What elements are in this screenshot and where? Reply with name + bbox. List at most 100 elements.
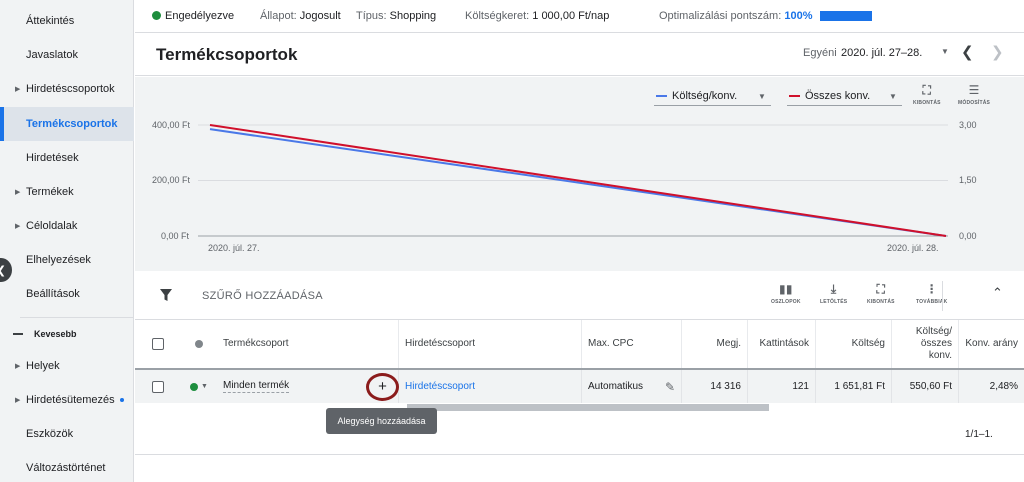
collapse-table-button[interactable]: ⌃	[992, 285, 1003, 301]
sidebar-item-overview[interactable]: Áttekintés	[0, 4, 134, 38]
column-header-cost-per-conv[interactable]: Költség/ összes konv.	[892, 320, 959, 368]
expand-table-button[interactable]: ⛶ KIBONTÁS	[867, 282, 895, 305]
filter-icon[interactable]	[159, 288, 173, 302]
sidebar-divider	[20, 317, 134, 318]
sidebar-item-landing-pages[interactable]: ▶ Céloldalak	[0, 209, 134, 243]
show-less-label: Kevesebb	[34, 329, 77, 339]
y-left-tick: 400,00 Ft	[152, 120, 191, 130]
header-label: Költség/ összes konv.	[915, 326, 952, 361]
date-range-picker[interactable]: 2020. júl. 27–28.	[841, 47, 922, 59]
edit-pencil-icon[interactable]: ✎	[665, 380, 675, 394]
add-subdivision-button[interactable]: +	[364, 370, 401, 403]
select-all-checkbox[interactable]	[152, 338, 164, 350]
caret-right-icon: ▶	[15, 189, 21, 196]
sidebar-item-change-history[interactable]: Változástörténet	[0, 451, 134, 482]
budget-label: Költségkeret:	[465, 10, 530, 22]
table-toolbar: SZŰRŐ HOZZÁADÁSA ▮▮ OSZLOPOK ⤓ LETÖLTÉS …	[135, 271, 1024, 320]
sidebar-item-products[interactable]: ▶ Termékek	[0, 175, 134, 209]
sidebar: Áttekintés Javaslatok ▶ Hirdetéscsoportok…	[0, 0, 134, 482]
product-groups-table-card: SZŰRŐ HOZZÁADÁSA ▮▮ OSZLOPOK ⤓ LETÖLTÉS …	[135, 271, 1024, 455]
columns-label: OSZLOPOK	[771, 299, 801, 305]
cost-per-conv-value: 550,60 Ft	[909, 381, 952, 392]
budget-value: 1 000,00 Ft/nap	[532, 10, 610, 22]
column-header-impressions[interactable]: Megj.	[682, 320, 748, 368]
optimization-score[interactable]: Optimalizálási pontszám: 100%	[659, 10, 812, 22]
fullscreen-icon: ⛶	[876, 282, 886, 296]
impressions-cell: 14 316	[682, 370, 748, 403]
sidebar-item-label: Hirdetések	[26, 152, 79, 164]
conv-rate-value: 2,48%	[989, 381, 1018, 392]
status-dot-icon	[190, 382, 199, 391]
clicks-value: 121	[792, 381, 809, 392]
header-label: Megj.	[716, 338, 741, 349]
sidebar-item-product-groups[interactable]: Termékcsoportok	[0, 107, 134, 141]
sidebar-item-label: Hirdetéscsoportok	[26, 83, 115, 95]
sidebar-item-ad-groups[interactable]: ▶ Hirdetéscsoportok	[0, 72, 134, 106]
page-header: Termékcsoportok Egyéni 2020. júl. 27–28.…	[135, 34, 1024, 76]
ad-group-cell: Hirdetéscsoport	[399, 370, 582, 403]
row-checkbox[interactable]	[152, 380, 164, 393]
opt-score-value: 100%	[784, 10, 813, 22]
sidebar-item-label: Eszközök	[26, 428, 74, 440]
caret-right-icon: ▶	[15, 86, 21, 93]
max-cpc-cell: Automatikus ✎	[582, 370, 682, 403]
sidebar-item-ad-schedule[interactable]: ▶ Hirdetésütemezés	[0, 383, 134, 417]
columns-button[interactable]: ▮▮ OSZLOPOK	[771, 282, 801, 305]
sidebar-item-label: Elhelyezések	[26, 254, 91, 266]
horizontal-scrollbar[interactable]	[407, 404, 769, 411]
enabled-status[interactable]: Engedélyezve	[152, 10, 234, 22]
caret-right-icon: ▶	[15, 363, 21, 370]
status-header-cell	[181, 320, 217, 368]
sidebar-item-settings[interactable]: Beállítások	[0, 277, 134, 311]
download-button[interactable]: ⤓ LETÖLTÉS	[820, 282, 847, 305]
y-left-tick: 0,00 Ft	[161, 231, 190, 241]
state-value: Jogosult	[299, 10, 341, 22]
state-label: Állapot:	[260, 10, 297, 22]
sidebar-item-locations[interactable]: ▶ Helyek	[0, 349, 134, 383]
sidebar-item-recommendations[interactable]: Javaslatok	[0, 38, 134, 72]
budget-info: Költségkeret: 1 000,00 Ft/nap	[465, 10, 609, 22]
next-period-button[interactable]: ❯	[991, 43, 1004, 61]
sidebar-item-devices[interactable]: Eszközök	[0, 417, 134, 451]
column-header-product-group[interactable]: Termékcsoport	[217, 320, 399, 368]
product-group-name[interactable]: Minden termék	[223, 380, 290, 393]
conv-rate-cell: 2,48%	[959, 370, 1024, 403]
table-row: ▼ Minden termék Hirdetéscsoport Automati…	[135, 370, 1024, 403]
column-header-ad-group[interactable]: Hirdetéscsoport	[399, 320, 582, 368]
column-header-conv-rate[interactable]: Konv. arány	[959, 320, 1024, 368]
notification-dot-icon	[119, 398, 124, 402]
caret-right-icon: ▶	[15, 397, 21, 404]
header-label: Kattintások	[759, 338, 809, 349]
plus-icon: +	[366, 372, 399, 401]
column-header-cost[interactable]: Költség	[816, 320, 892, 368]
header-label: Konv. arány	[965, 338, 1018, 349]
cost-per-conv-cell: 550,60 Ft	[892, 370, 959, 403]
row-status-cell[interactable]: ▼	[181, 370, 217, 403]
add-filter-button[interactable]: SZŰRŐ HOZZÁADÁSA	[202, 290, 323, 302]
table-header: Termékcsoport Hirdetéscsoport Max. CPC M…	[135, 320, 1024, 370]
line-chart-canvas	[198, 124, 948, 237]
ad-group-link[interactable]: Hirdetéscsoport	[405, 381, 475, 392]
dropdown-arrow-icon[interactable]: ▼	[941, 47, 949, 56]
y-left-tick: 200,00 Ft	[152, 175, 191, 185]
minus-icon	[13, 333, 23, 335]
dropdown-arrow-icon: ▼	[201, 383, 208, 390]
performance-chart: Költség/konv. ▼ Összes konv. ▼ ⛶ KIBONTÁ…	[135, 77, 1024, 271]
sidebar-item-label: Helyek	[26, 360, 60, 372]
status-dot-icon[interactable]	[195, 340, 203, 348]
download-label: LETÖLTÉS	[820, 299, 848, 305]
previous-period-button[interactable]: ❮	[961, 43, 974, 61]
columns-icon: ▮▮	[779, 282, 793, 296]
sidebar-item-placements[interactable]: Elhelyezések	[0, 243, 134, 277]
chevron-left-icon: ❮	[0, 264, 6, 277]
status-dot-icon	[152, 11, 161, 20]
sidebar-item-ads[interactable]: Hirdetések	[0, 141, 134, 175]
cost-value: 1 651,81 Ft	[834, 381, 885, 392]
enabled-label: Engedélyezve	[165, 10, 235, 22]
header-label: Max. CPC	[588, 338, 634, 349]
column-header-clicks[interactable]: Kattintások	[748, 320, 816, 368]
column-header-max-cpc[interactable]: Max. CPC	[582, 320, 682, 368]
row-select-cell	[135, 370, 181, 403]
pagination-info: 1/1–1.	[965, 429, 993, 440]
show-less-toggle[interactable]: Kevesebb	[0, 324, 134, 344]
